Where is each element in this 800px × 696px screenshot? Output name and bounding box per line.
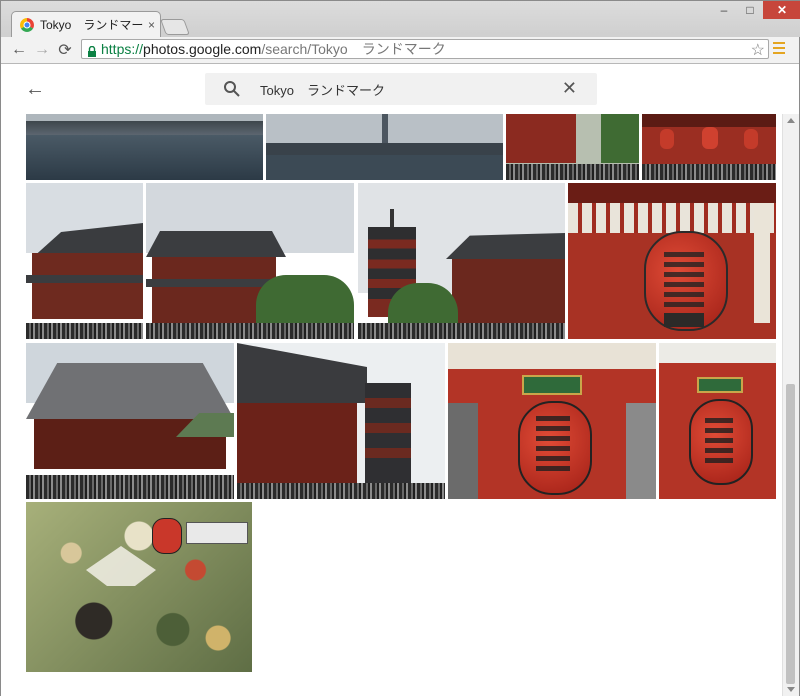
maximize-button[interactable]: □ xyxy=(737,1,763,19)
photo-hozomon-center[interactable] xyxy=(146,183,354,339)
scrollbar[interactable] xyxy=(782,114,799,696)
url-path: /search/Tokyo ランドマーク xyxy=(261,41,446,57)
url-scheme: https:// xyxy=(101,41,144,57)
photo-mural[interactable] xyxy=(26,502,252,672)
photo-grid xyxy=(1,64,783,696)
photo-kaminarimon-lantern[interactable] xyxy=(448,343,656,499)
scroll-up-icon[interactable] xyxy=(787,118,795,123)
browser-forward-icon[interactable]: → xyxy=(32,40,52,60)
chrome-menu-icon[interactable] xyxy=(773,42,785,56)
search-field[interactable]: Tokyo ランドマーク ✕ xyxy=(205,73,597,105)
window-controls: – □ ✕ xyxy=(711,1,800,19)
scroll-down-icon[interactable] xyxy=(787,687,795,692)
close-window-button[interactable]: ✕ xyxy=(763,1,800,19)
photo-main-hall[interactable] xyxy=(26,343,234,499)
clear-icon[interactable]: ✕ xyxy=(562,78,577,99)
browser-tab-active[interactable]: Tokyo ランドマーク - Goog × xyxy=(11,11,161,37)
tab-title: Tokyo ランドマーク - Goog xyxy=(40,18,144,32)
new-tab-button[interactable] xyxy=(160,19,190,35)
bookmark-star-icon[interactable]: ☆ xyxy=(751,40,765,60)
browser-window: Tokyo ランドマーク - Goog × – □ ✕ ← → ⟳ https:… xyxy=(0,0,800,696)
lock-icon xyxy=(87,44,97,57)
photo-temple-pagoda-side[interactable] xyxy=(237,343,445,499)
photo-temple-gate-crowd[interactable] xyxy=(506,113,639,180)
minimize-button[interactable]: – xyxy=(711,1,737,19)
scrollbar-thumb[interactable] xyxy=(786,384,795,684)
photo-river-bridge[interactable] xyxy=(26,113,263,180)
chrome-favicon-icon xyxy=(20,17,34,32)
search-query[interactable]: Tokyo ランドマーク xyxy=(260,80,385,99)
reload-icon[interactable]: ⟳ xyxy=(55,40,75,60)
search-icon[interactable] xyxy=(223,80,241,103)
photo-kaminarimon-lantern-small[interactable] xyxy=(659,343,776,499)
photo-kaminarimon-lantern-closeup[interactable] xyxy=(568,183,776,339)
photo-pagoda-hozomon[interactable] xyxy=(358,183,565,339)
photo-temple-gate-lanterns[interactable] xyxy=(642,113,776,180)
photos-page: ← Tokyo ランドマーク ✕ xyxy=(1,64,799,696)
url-host: photos.google.com xyxy=(143,41,262,57)
tab-strip: Tokyo ランドマーク - Goog × – □ ✕ xyxy=(1,1,800,37)
address-bar[interactable]: https://photos.google.com/search/Tokyo ラ… xyxy=(81,39,769,59)
browser-back-icon[interactable]: ← xyxy=(9,40,29,60)
app-bar: ← Tokyo ランドマーク ✕ xyxy=(1,64,799,114)
browser-toolbar: ← → ⟳ https://photos.google.com/search/T… xyxy=(1,37,799,64)
photo-skytree-river[interactable] xyxy=(266,113,503,180)
photo-hozomon-left[interactable] xyxy=(26,183,143,339)
back-arrow-icon[interactable]: ← xyxy=(25,78,45,101)
tab-close-icon[interactable]: × xyxy=(148,18,155,32)
